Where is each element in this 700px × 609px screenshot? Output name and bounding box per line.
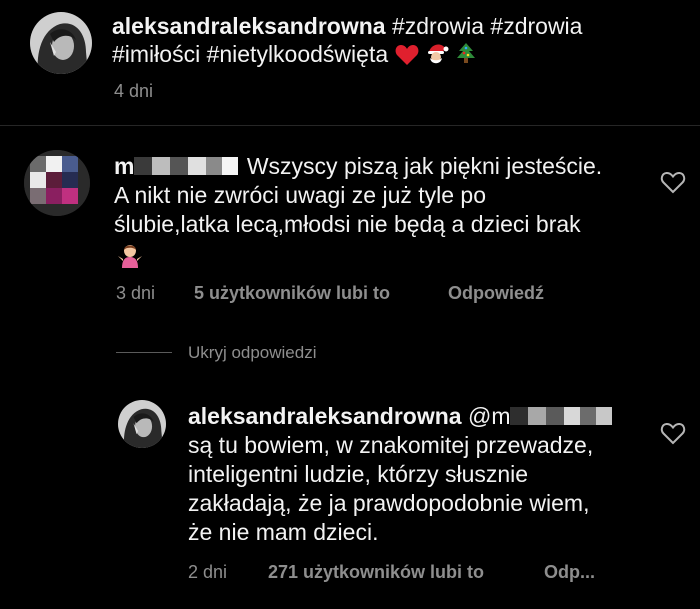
post-caption-line1: aleksandraleksandrowna #zdrowia #zdrowia: [112, 12, 582, 40]
reply-line3: inteligentni ludzie, którzy słusznie: [188, 461, 529, 487]
santa-icon: [425, 42, 449, 72]
comment-line3: ślubie,latka lecą,młodsi nie będą a dzie…: [114, 211, 581, 237]
reply-line4: zakładają, że ja prawdopodobnie wiem,: [188, 490, 590, 516]
post-author-name[interactable]: aleksandraleksandrowna: [112, 13, 386, 39]
commenter-avatar[interactable]: [24, 150, 90, 216]
post-time: 4 dni: [114, 81, 154, 101]
comment-reply-button[interactable]: Odpowiedź: [448, 282, 544, 304]
reply-line1: aleksandraleksandrowna @m: [188, 402, 614, 430]
comment-time: 3 dni: [116, 283, 156, 303]
mention-redaction: [510, 405, 614, 427]
hide-replies-button[interactable]: Ukryj odpowiedzi: [188, 342, 317, 364]
username-redaction: [134, 155, 240, 177]
reply-line5: że nie mam dzieci.: [188, 519, 379, 545]
reply-time: 2 dni: [188, 562, 228, 582]
post-caption-line2: #imiłości #nietylkoodświęta: [112, 40, 477, 72]
comment-text-1: Wszyscy piszą jak piękni jesteście.: [246, 153, 603, 179]
person-shrugging-icon: [117, 242, 143, 268]
red-heart-icon: [395, 44, 419, 72]
comment-line1: m Wszyscy piszą jak piękni jesteście.: [114, 152, 602, 180]
christmas-tree-icon: [455, 42, 477, 72]
comment-line2: A nikt nie zwróci uwagi ze już tyle po: [114, 182, 487, 208]
reply-line2: są tu bowiem, w znakomitej przewadze,: [188, 432, 594, 458]
reply-author-avatar[interactable]: [118, 400, 166, 448]
reply-mention[interactable]: @m: [468, 403, 511, 429]
comment-likes[interactable]: 5 użytkowników lubi to: [194, 282, 390, 304]
post-hashtags-2[interactable]: #imiłości #nietylkoodświęta: [112, 41, 388, 67]
reply-like-heart-icon[interactable]: [660, 421, 686, 445]
section-divider: [0, 125, 700, 126]
commenter-username[interactable]: m: [114, 153, 134, 179]
post-hashtags-1[interactable]: #zdrowia #zdrowia: [392, 13, 582, 39]
reply-reply-button[interactable]: Odp...: [544, 561, 595, 583]
reply-author-name[interactable]: aleksandraleksandrowna: [188, 403, 462, 429]
replies-toggle-line: [116, 352, 172, 353]
comment-like-heart-icon[interactable]: [660, 170, 686, 194]
reply-likes[interactable]: 271 użytkowników lubi to: [268, 561, 484, 583]
author-avatar[interactable]: [30, 12, 92, 74]
